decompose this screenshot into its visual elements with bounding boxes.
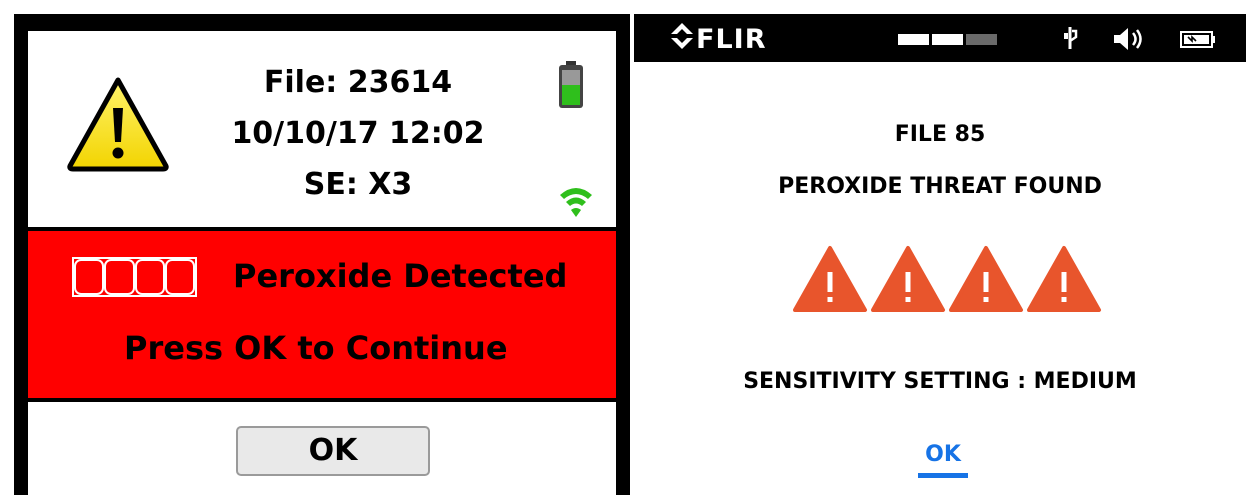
level-segment [134,259,165,295]
flir-logo-icon [670,22,696,57]
sensitivity-setting: SENSITIVITY SETTING : MEDIUM [743,369,1137,394]
level-segment [104,259,135,295]
divider [28,398,616,402]
file-number: File: 23614 [263,65,453,100]
brand-name: FLIR [696,24,767,55]
warning-triangle-icon [949,246,1023,312]
level-meter [72,257,197,297]
left-device-screen: File: 23614 10/10/17 12:02 SE: X3 Peroxi… [14,14,630,495]
threat-level-indicator [792,244,1102,314]
left-screen-content: File: 23614 10/10/17 12:02 SE: X3 Peroxi… [28,31,616,495]
battery-icon [558,61,584,113]
file-info: File: 23614 10/10/17 12:02 SE: X3 [208,57,508,210]
date-time: 10/10/17 12:02 [231,116,485,151]
alarm-band: Peroxide Detected Press OK to Continue [28,231,616,398]
warning-triangle-icon [1027,246,1101,312]
signal-segments-icon [898,34,997,45]
speaker-icon [1112,27,1146,55]
alarm-subtitle: Press OK to Continue [124,329,508,367]
level-segment [164,259,195,295]
wifi-icon [558,181,594,223]
warning-triangle-icon [66,76,170,176]
se-value: SE: X3 [303,167,413,202]
right-device-screen: FLIR FILE 85 PEROXIDE THREAT FOUND SENSI… [634,14,1246,495]
usb-icon [1062,27,1078,53]
warning-triangle-icon [793,246,867,312]
flir-logo: FLIR [670,22,767,57]
alarm-title: Peroxide Detected [233,257,568,295]
status-bar: FLIR [634,14,1246,62]
battery-small-icon [1180,31,1216,52]
warning-triangle-icon [871,246,945,312]
threat-message: PEROXIDE THREAT FOUND [778,174,1102,199]
file-label: FILE 85 [894,122,986,147]
ok-button[interactable]: OK [918,442,968,478]
ok-button[interactable]: OK [236,426,430,476]
level-segment [74,259,105,295]
